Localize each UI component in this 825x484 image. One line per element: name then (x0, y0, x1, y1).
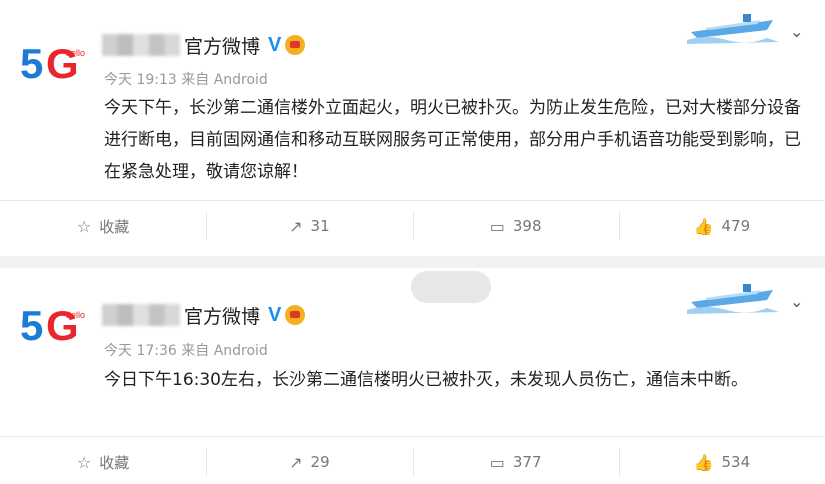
avatar-5: 5 (20, 302, 43, 349)
post-meta: 今天 17:36 来自 Android (104, 343, 268, 359)
like-count: 479 (721, 217, 751, 235)
scroll-pill (411, 271, 491, 303)
divider (0, 436, 825, 437)
favorite-label: 收藏 (99, 453, 130, 472)
verified-icon: V (268, 33, 282, 56)
divider (0, 200, 825, 201)
comment-button[interactable]: ▭ 377 (412, 438, 619, 484)
repost-button[interactable]: ↗ 29 (206, 438, 412, 484)
avatar-hello: hello (66, 310, 86, 320)
comment-icon: ▭ (489, 452, 505, 472)
favorite-label: 收藏 (99, 217, 130, 236)
favorite-button[interactable]: ☆ 收藏 (0, 438, 206, 484)
carrier-ship-icon (687, 284, 779, 314)
comment-count: 398 (512, 217, 542, 235)
like-icon: 👍 (693, 216, 714, 236)
like-button[interactable]: 👍 534 (618, 438, 825, 484)
star-icon: ☆ (76, 216, 92, 236)
avatar[interactable]: 5 G hello (20, 36, 90, 92)
like-icon: 👍 (693, 452, 714, 472)
action-bar: ☆ 收藏 ↗ 31 ▭ 398 👍 479 (0, 202, 825, 250)
vip-badge-icon (285, 305, 306, 325)
vip-badge-icon (285, 35, 306, 55)
comment-button[interactable]: ▭ 398 (412, 202, 619, 250)
post-meta: 今天 19:13 来自 Android (104, 72, 268, 88)
star-icon: ☆ (76, 452, 92, 472)
blurred-name (102, 304, 180, 326)
chevron-down-icon[interactable]: ⌄ (790, 22, 803, 41)
like-count: 534 (721, 453, 751, 471)
comment-count: 377 (512, 453, 542, 471)
favorite-button[interactable]: ☆ 收藏 (0, 202, 206, 250)
action-bar: ☆ 收藏 ↗ 29 ▭ 377 👍 534 (0, 438, 825, 484)
post-text: 今天下午，长沙第二通信楼外立面起火，明火已被扑灭。为防止发生危险，已对大楼部分设… (104, 98, 801, 182)
nickname-row[interactable]: 官方微博 V (102, 300, 306, 330)
blurred-name (102, 34, 180, 56)
weibo-post-2: 5 G hello 官方微博 V 今天 17:36 来自 Android ⌄ 今… (0, 268, 825, 484)
avatar[interactable]: 5 G hello (20, 298, 90, 354)
weibo-post-1: 5 G hello 官方微博 V 今天 19:13 来自 Android ⌄ 今… (0, 0, 825, 256)
verified-icon: V (268, 303, 282, 326)
avatar-g: G (46, 302, 79, 349)
repost-count: 29 (310, 453, 330, 471)
carrier-ship-icon (687, 14, 779, 44)
like-button[interactable]: 👍 479 (618, 202, 825, 250)
repost-icon: ↗ (289, 216, 303, 236)
nickname[interactable]: 官方微博 (184, 302, 260, 329)
avatar-hello: hello (66, 48, 86, 58)
nickname-row[interactable]: 官方微博 V (102, 30, 306, 60)
chevron-down-icon[interactable]: ⌄ (790, 292, 803, 311)
repost-button[interactable]: ↗ 31 (206, 202, 412, 250)
avatar-5: 5 (20, 40, 43, 87)
repost-count: 31 (310, 217, 330, 235)
avatar-g: G (46, 40, 79, 87)
post-text: 今日下午16:30左右，长沙第二通信楼明火已被扑灭，未发现人员伤亡，通信未中断。 (104, 370, 748, 390)
repost-icon: ↗ (289, 452, 303, 472)
nickname[interactable]: 官方微博 (184, 32, 260, 59)
comment-icon: ▭ (489, 216, 505, 236)
